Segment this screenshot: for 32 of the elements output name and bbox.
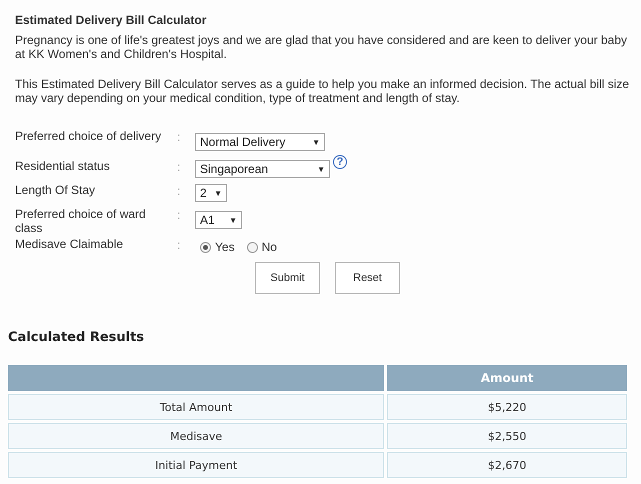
colon-separator: :: [177, 183, 182, 200]
dropdown-select[interactable]: Normal Delivery ▼: [195, 133, 325, 151]
radio-label[interactable]: Yes: [215, 240, 235, 254]
radio-label[interactable]: No: [262, 240, 277, 254]
field-label: Medisave Claimable: [15, 236, 124, 253]
dropdown-select[interactable]: Singaporean ▼: [195, 160, 330, 178]
table-cell: $5,220: [387, 394, 627, 420]
radio-button[interactable]: [246, 242, 258, 252]
table-cell: $2,550: [387, 423, 627, 449]
colon-separator: :: [177, 129, 182, 146]
colon-separator: :: [177, 207, 182, 224]
table-cell: Medisave: [8, 423, 384, 449]
intro-paragraph: This Estimated Delivery Bill Calculator serves as a guide to help you make an informed decision. The actual bill size may vary depending on your medical condition, type of treatment and length of stay.: [15, 77, 630, 105]
field-label: Preferred choice of delivery: [15, 128, 162, 145]
radio-button[interactable]: [200, 242, 211, 252]
table-cell: Initial Payment: [8, 452, 384, 478]
field-label: Preferred choice of ward class: [15, 206, 147, 235]
table-cell: Total Amount: [8, 394, 384, 420]
column-header: Amount: [387, 365, 627, 391]
reset-button[interactable]: Reset: [335, 262, 400, 294]
help-icon[interactable]: ?: [333, 155, 347, 169]
table-cell: $2,670: [387, 452, 627, 478]
results-title: Calculated Results: [8, 330, 146, 345]
submit-button[interactable]: Submit: [255, 262, 320, 294]
field-label: Residential status: [15, 158, 111, 175]
colon-separator: :: [177, 237, 182, 254]
intro-paragraph: Pregnancy is one of life's greatest joys and we are glad that you have considered and are keen to deliver your baby at KK Women's and Children's Hospital.: [15, 33, 628, 61]
form-title: Estimated Delivery Bill Calculator: [15, 12, 208, 28]
dropdown-select[interactable]: A1 ▼: [195, 211, 242, 229]
colon-separator: :: [177, 159, 182, 176]
dropdown-select[interactable]: 2 ▼: [195, 184, 227, 202]
field-label: Length Of Stay: [15, 182, 96, 199]
